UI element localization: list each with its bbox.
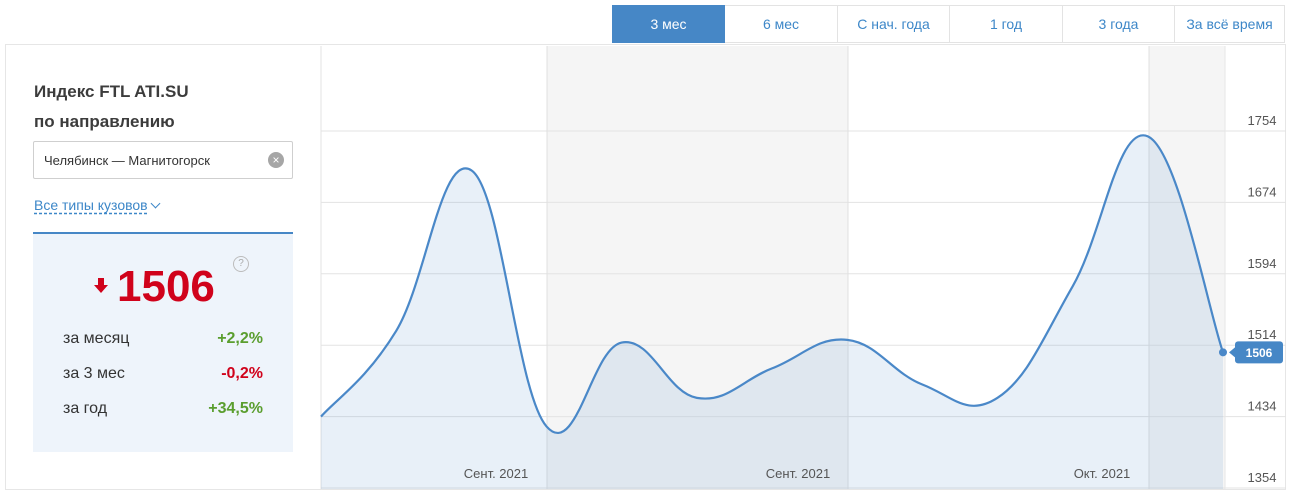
x-tick-label: Окт. 2021: [1074, 466, 1131, 481]
last-point: [1219, 348, 1227, 357]
y-tick-label: 1434: [1248, 399, 1277, 414]
y-tick-label: 1354: [1248, 470, 1277, 485]
y-tick-label: 1754: [1248, 113, 1277, 128]
y-tick-label: 1514: [1248, 327, 1277, 342]
chart: 1354 1434 1514 1594 1674 1754 Сент. 2021 Сент. …: [320, 46, 1286, 489]
last-value-label: 1506: [1246, 346, 1273, 360]
x-tick-label: Сент. 2021: [766, 466, 830, 481]
last-value-pointer: [1229, 347, 1235, 358]
y-tick-label: 1594: [1248, 256, 1277, 271]
y-tick-label: 1674: [1248, 184, 1277, 199]
x-tick-label: Сент. 2021: [464, 466, 528, 481]
